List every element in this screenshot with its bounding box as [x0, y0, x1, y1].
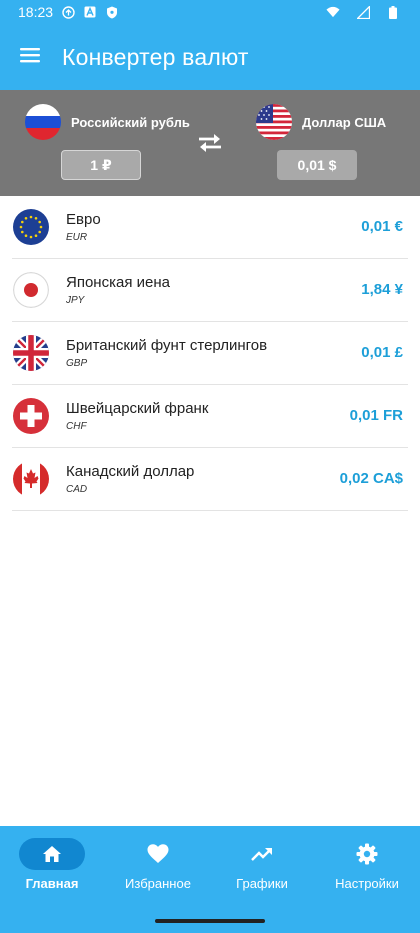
currency-value: 0,01 FR	[349, 407, 403, 424]
russia-flag-icon	[25, 104, 61, 140]
battery-icon	[386, 5, 400, 19]
bottom-navigation: Главная Избранное Графики Настройки	[0, 826, 420, 933]
nav-label: Графики	[236, 876, 288, 891]
list-item-jpy[interactable]: Японская иена JPY 1,84 ¥	[12, 259, 408, 322]
currency-name: Канадский доллар	[66, 462, 195, 480]
nav-label: Настройки	[335, 876, 399, 891]
nav-charts[interactable]: Графики	[212, 838, 312, 898]
japan-flag-icon	[13, 272, 49, 308]
wifi-icon	[326, 5, 340, 19]
currency-list: Евро EUR 0,01 € Японская иена JPY 1,84 ¥…	[12, 196, 408, 511]
currency-code: GBP	[66, 357, 88, 369]
swap-arrows-icon	[197, 132, 223, 159]
gear-icon	[356, 838, 378, 870]
menu-button[interactable]	[0, 24, 60, 90]
nav-home[interactable]: Главная	[2, 838, 102, 898]
to-currency-name: Доллар США	[302, 114, 387, 130]
currency-value: 0,01 €	[361, 218, 403, 235]
font-icon	[83, 5, 97, 19]
to-currency-selector[interactable]: Доллар США	[256, 104, 386, 140]
from-currency-name: Российский рубль	[71, 114, 190, 130]
currency-name: Евро	[66, 210, 101, 228]
currency-code: CAD	[66, 483, 88, 495]
trending-up-icon	[251, 838, 273, 870]
from-currency-selector[interactable]: Российский рубль	[25, 104, 190, 140]
hamburger-menu-icon	[20, 47, 40, 68]
nav-favorites[interactable]: Избранное	[108, 838, 208, 898]
currency-name: Швейцарский франк	[66, 399, 209, 417]
heart-icon	[147, 838, 169, 870]
currency-value: 1,84 ¥	[361, 281, 403, 298]
nav-settings[interactable]: Настройки	[317, 838, 417, 898]
currency-value: 0,02 CA$	[339, 470, 403, 487]
sync-icon	[61, 5, 75, 19]
status-bar: 18:23	[0, 0, 420, 24]
home-icon	[19, 838, 85, 870]
converter-panel: Российский рубль Доллар США 1 ₽ 0,01 $	[0, 90, 420, 196]
nav-label: Избранное	[125, 876, 191, 891]
signal-icon	[356, 5, 370, 19]
currency-code: CHF	[66, 420, 87, 432]
uk-flag-icon	[13, 335, 49, 371]
currency-code: EUR	[66, 231, 88, 243]
list-item-cad[interactable]: Канадский доллар CAD 0,02 CA$	[12, 448, 408, 511]
from-amount-input[interactable]: 1 ₽	[61, 150, 141, 180]
list-item-eur[interactable]: Евро EUR 0,01 €	[12, 196, 408, 259]
switzerland-flag-icon	[13, 398, 49, 434]
currency-name: Японская иена	[66, 273, 170, 291]
to-amount-value: 0,01 $	[277, 150, 357, 180]
nav-label: Главная	[25, 876, 79, 891]
list-item-chf[interactable]: Швейцарский франк CHF 0,01 FR	[12, 385, 408, 448]
usa-flag-icon	[256, 104, 292, 140]
list-item-gbp[interactable]: Британский фунт стерлингов GBP 0,01 £	[12, 322, 408, 385]
page-title: Конвертер валют	[62, 43, 249, 70]
home-indicator[interactable]	[155, 919, 265, 923]
currency-name: Британский фунт стерлингов	[66, 336, 268, 354]
swap-button[interactable]	[196, 133, 224, 157]
shield-icon	[105, 5, 119, 19]
currency-value: 0,01 £	[361, 344, 403, 361]
currency-code: JPY	[66, 294, 85, 306]
eu-flag-icon	[13, 209, 49, 245]
canada-flag-icon	[13, 461, 49, 497]
status-time: 18:23	[18, 4, 54, 20]
app-bar: Конвертер валют	[0, 24, 420, 90]
